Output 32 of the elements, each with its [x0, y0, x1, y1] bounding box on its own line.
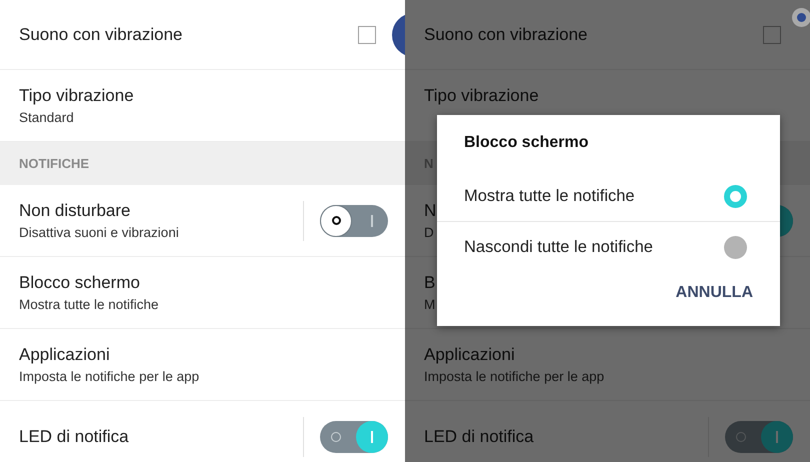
setting-summary: D — [424, 225, 434, 240]
setting-title: Tipo vibrazione — [424, 86, 539, 106]
dialog-option[interactable]: Nascondi tutte le notifiche — [437, 221, 780, 272]
setting-title: LED di notifica — [19, 426, 129, 446]
toggle-switch[interactable] — [320, 204, 388, 236]
checkbox[interactable] — [763, 26, 781, 44]
setting-title: Suono con vibrazione — [424, 24, 588, 44]
cancel-button[interactable]: ANNULLA — [676, 280, 753, 306]
dialog-title: Blocco schermo — [463, 133, 590, 153]
floating-button[interactable] — [797, 13, 806, 22]
setting-summary: Imposta le notifiche per le app — [19, 369, 200, 384]
setting-title: Suono con vibrazione — [19, 24, 183, 44]
setting-summary: Imposta le notifiche per le app — [424, 369, 604, 384]
setting-title: N — [424, 201, 436, 221]
setting-summary: Standard — [19, 110, 74, 125]
setting-title: Non disturbare — [19, 201, 131, 221]
toggle-switch[interactable] — [725, 420, 793, 452]
setting-summary: Disattiva suoni e vibrazioni — [19, 225, 179, 240]
setting-title: Applicazioni — [19, 345, 110, 365]
setting-title: LED di notifica — [424, 426, 534, 446]
checkbox[interactable] — [358, 26, 376, 44]
toggle-switch[interactable] — [320, 420, 388, 452]
section-header: NOTIFICHE — [19, 156, 90, 171]
setting-title: B — [424, 273, 436, 293]
dialog-option[interactable]: Mostra tutte le notifiche — [437, 171, 780, 221]
radio-button[interactable] — [724, 236, 747, 258]
radio-button[interactable] — [724, 184, 747, 208]
setting-title: Applicazioni — [424, 345, 515, 365]
setting-summary: M — [424, 297, 436, 312]
setting-summary: Mostra tutte le notifiche — [19, 297, 159, 312]
setting-title: Tipo vibrazione — [19, 86, 134, 106]
setting-title: Blocco schermo — [19, 273, 140, 293]
